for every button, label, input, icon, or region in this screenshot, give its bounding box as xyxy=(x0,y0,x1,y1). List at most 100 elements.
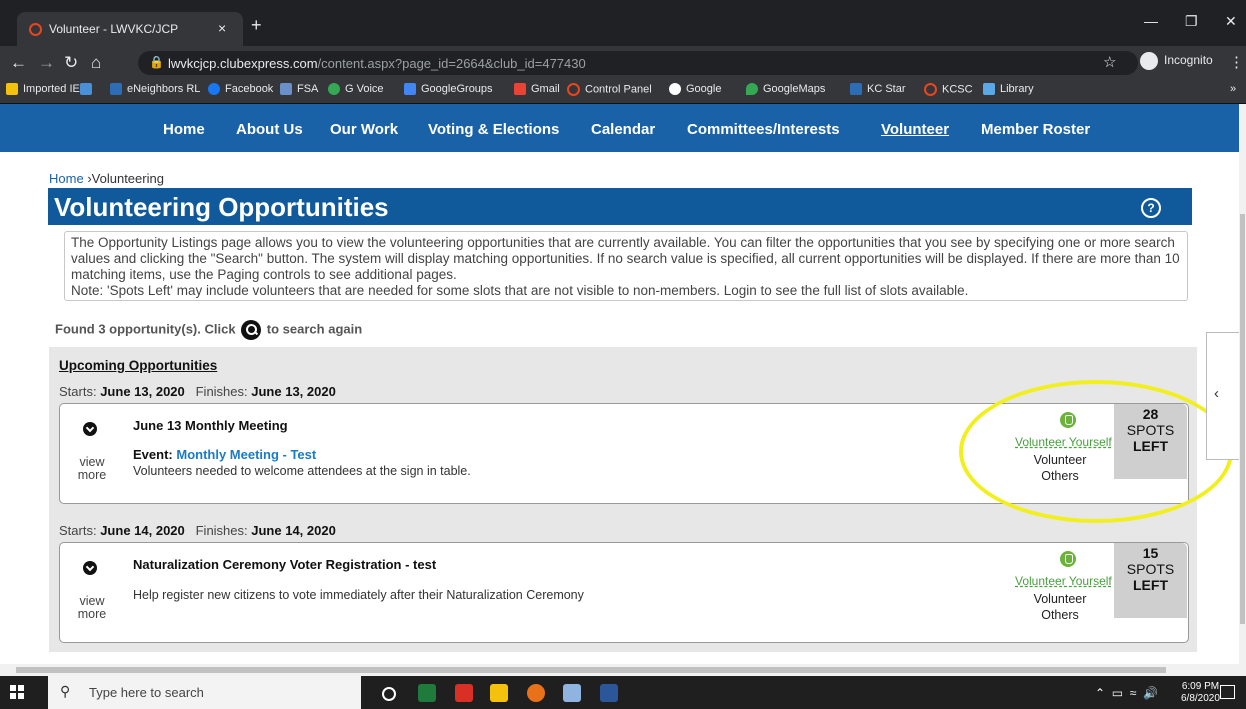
minimize-icon[interactable]: — xyxy=(1144,13,1158,29)
breadcrumb-current: Volunteering xyxy=(91,171,164,186)
cortana-icon[interactable] xyxy=(382,687,396,701)
browser-tab[interactable]: Volunteer - LWVKC/JCP × xyxy=(17,12,243,46)
lock-icon[interactable]: 🔒 xyxy=(149,55,164,69)
bookmark-kcstar[interactable]: KC Star xyxy=(850,83,906,96)
vertical-scrollbar[interactable] xyxy=(1239,104,1246,664)
reload-icon[interactable]: ↻ xyxy=(64,53,78,73)
opportunity-description: Help register new citizens to vote immed… xyxy=(133,588,584,602)
volunteer-label: Volunteer xyxy=(1033,592,1087,606)
tab-title: Volunteer - LWVKC/JCP xyxy=(49,22,179,36)
word-icon[interactable] xyxy=(600,684,618,702)
tab-favicon-icon xyxy=(29,23,42,36)
bookmark-googlegroups[interactable]: GoogleGroups xyxy=(404,83,493,96)
opportunity-card: view more Naturalization Ceremony Voter R… xyxy=(59,542,1189,643)
bookmark-label: Facebook xyxy=(225,83,274,95)
forward-icon[interactable]: → xyxy=(38,53,55,73)
bookmark-fsa[interactable]: FSA xyxy=(280,83,318,96)
bookmark-googlemaps[interactable]: GoogleMaps xyxy=(746,83,826,96)
bookmark-facebook[interactable]: Facebook xyxy=(208,83,274,96)
spots-label: SPOTS xyxy=(1126,561,1175,577)
nav-voting-elections[interactable]: Voting & Elections xyxy=(428,121,559,138)
url-text[interactable]: lwvkcjcp.clubexpress.com/content.aspx?pa… xyxy=(168,56,586,71)
bookmarks-overflow-icon[interactable]: » xyxy=(1230,83,1236,95)
found-prefix: Found 3 opportunity(s). Click xyxy=(55,321,236,337)
view-more-link[interactable]: view more xyxy=(74,595,110,621)
bookmark-menu-icon-item[interactable] xyxy=(80,83,97,96)
taskbar-clock[interactable]: 6:09 PM 6/8/2020 xyxy=(1181,681,1220,705)
bookmark-star-icon[interactable]: ☆ xyxy=(1103,53,1116,71)
google-icon xyxy=(669,83,681,96)
bookmark-google[interactable]: Google xyxy=(669,83,721,96)
horizontal-scrollbar[interactable] xyxy=(0,664,1246,676)
volunteer-yourself-link[interactable]: Volunteer Yourself xyxy=(1015,574,1112,588)
browser-menu-icon[interactable]: ⋮ xyxy=(1229,53,1244,71)
list-icon xyxy=(80,83,92,96)
bookmark-label: GoogleMaps xyxy=(763,83,826,95)
system-tray[interactable]: ⌃ ▭ ≈ 🔊 xyxy=(1095,686,1158,700)
breadcrumb-home-link[interactable]: Home xyxy=(49,171,84,186)
opportunity-title: Naturalization Ceremony Voter Registrati… xyxy=(133,557,437,572)
chrome-icon[interactable] xyxy=(527,684,545,702)
chevron-down-icon[interactable] xyxy=(83,422,97,436)
paint-icon[interactable] xyxy=(563,684,581,702)
chevron-left-icon[interactable]: ‹ xyxy=(1214,385,1219,402)
groups-icon xyxy=(404,83,416,96)
upcoming-heading[interactable]: Upcoming Opportunities xyxy=(59,358,217,373)
info-text: The Opportunity Listings page allows you… xyxy=(71,235,1180,282)
clock-date: 6/8/2020 xyxy=(1181,693,1220,704)
bookmark-label: G Voice xyxy=(345,83,384,95)
chevron-down-icon[interactable] xyxy=(83,561,97,575)
incognito-indicator[interactable]: Incognito xyxy=(1140,52,1213,70)
facebook-icon xyxy=(208,83,220,96)
acrobat-icon[interactable] xyxy=(455,684,473,702)
window-close-icon[interactable]: ✕ xyxy=(1225,13,1237,30)
nav-home[interactable]: Home xyxy=(163,121,205,138)
bookmark-gvoice[interactable]: G Voice xyxy=(328,83,384,96)
nav-our-work[interactable]: Our Work xyxy=(330,121,398,138)
url-host: lwvkcjcp.clubexpress.com xyxy=(168,56,318,71)
view-more-link[interactable]: view more xyxy=(74,456,110,482)
scrollbar-thumb[interactable] xyxy=(16,667,1166,673)
url-path: /content.aspx?page_id=2664&club_id=47743… xyxy=(317,56,586,71)
hand-icon[interactable] xyxy=(1060,551,1076,567)
nav-volunteer[interactable]: Volunteer xyxy=(881,121,949,138)
bookmark-kcsc[interactable]: KCSC xyxy=(924,83,973,96)
highlight-circle xyxy=(959,380,1233,523)
scrollbar-thumb[interactable] xyxy=(1240,214,1245,624)
back-icon[interactable]: ← xyxy=(10,53,27,73)
volunteer-others-link[interactable]: Volunteer Others xyxy=(1020,591,1100,623)
excel-icon[interactable] xyxy=(418,684,436,702)
file-explorer-icon[interactable] xyxy=(490,684,508,702)
nav-calendar[interactable]: Calendar xyxy=(591,121,655,138)
eneighbors-icon xyxy=(110,83,122,96)
home-icon[interactable]: ⌂ xyxy=(91,53,101,73)
incognito-icon xyxy=(1140,52,1158,70)
bookmark-label: Control Panel xyxy=(585,83,652,96)
windows-start-icon[interactable] xyxy=(10,685,24,699)
gmail-icon xyxy=(514,83,526,96)
taskbar-search-input[interactable]: ⚲ Type here to search xyxy=(48,676,361,709)
nav-committees-interests[interactable]: Committees/Interests xyxy=(687,121,840,138)
more-label: more xyxy=(77,607,107,621)
nav-about-us[interactable]: About Us xyxy=(236,121,303,138)
bookmark-library[interactable]: Library xyxy=(983,83,1034,96)
bookmark-control-panel[interactable]: Control Panel xyxy=(567,83,652,96)
bookmark-gmail[interactable]: Gmail xyxy=(514,83,560,96)
phone-icon xyxy=(328,83,340,96)
bookmark-eneighbors[interactable]: eNeighbors RL xyxy=(110,83,200,96)
new-tab-button[interactable]: + xyxy=(251,15,262,36)
nav-member-roster[interactable]: Member Roster xyxy=(981,121,1090,138)
help-icon[interactable]: ? xyxy=(1141,198,1161,218)
folder-icon xyxy=(6,83,18,96)
event-link[interactable]: Monthly Meeting - Test xyxy=(176,447,316,462)
finish-date: June 13, 2020 xyxy=(251,384,336,399)
bookmark-imported-ie[interactable]: Imported IE xyxy=(6,83,80,96)
start-date: June 14, 2020 xyxy=(100,523,185,538)
page-title: Volunteering Opportunities xyxy=(54,192,389,222)
clubexpress-icon xyxy=(924,83,937,96)
tab-close-icon[interactable]: × xyxy=(218,20,226,36)
start-date: June 13, 2020 xyxy=(100,384,185,399)
search-icon[interactable] xyxy=(241,320,262,340)
restore-icon[interactable]: ❐ xyxy=(1185,13,1198,30)
notification-icon[interactable] xyxy=(1220,685,1235,699)
